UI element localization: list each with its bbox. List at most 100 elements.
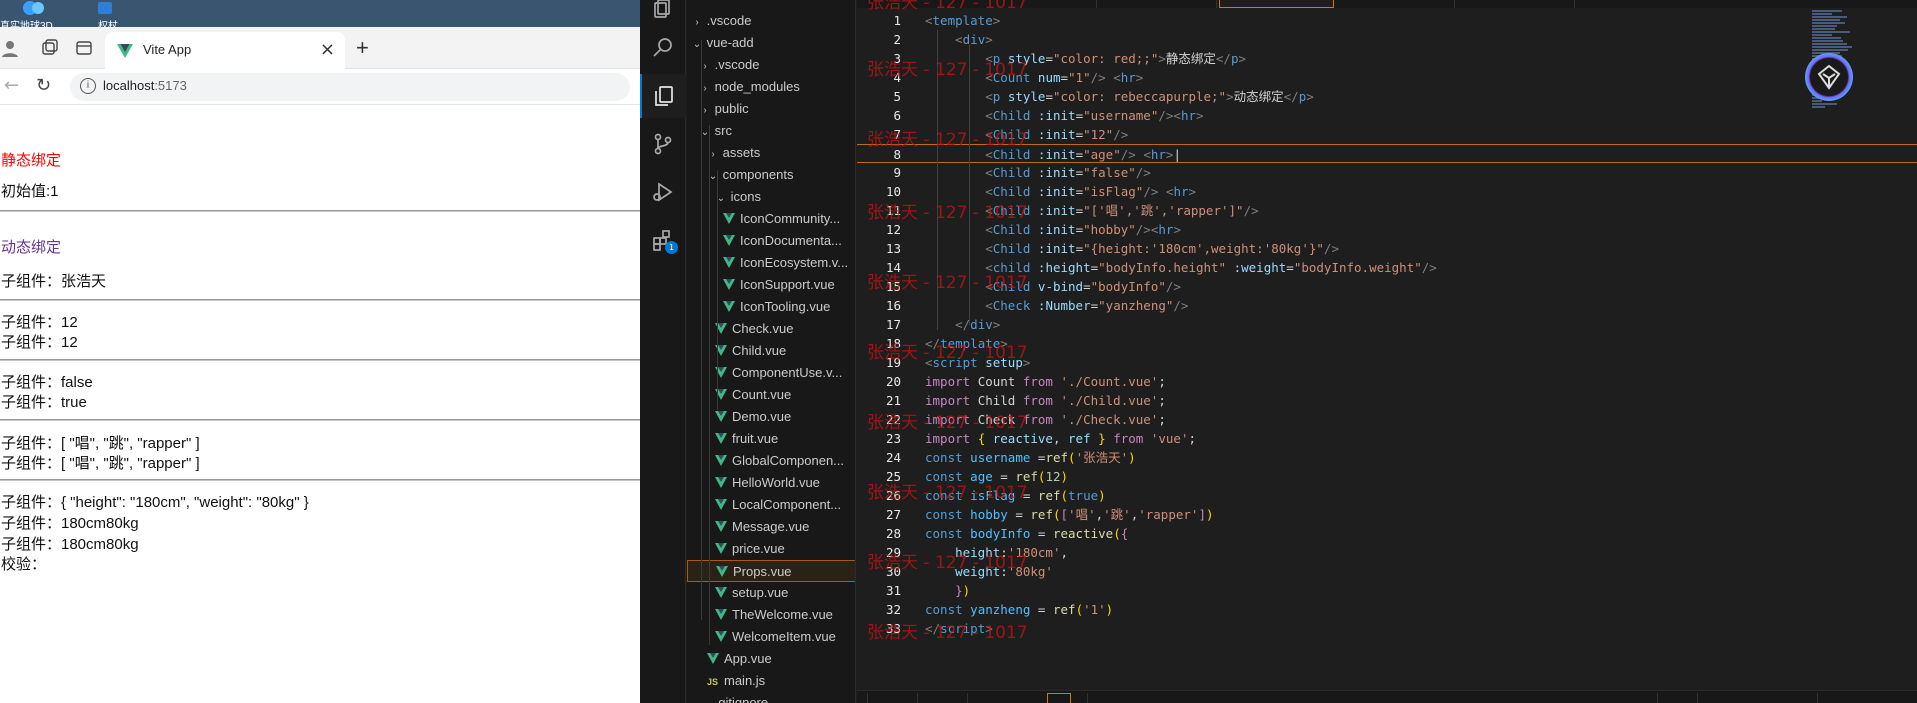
- reload-icon[interactable]: ↻: [36, 75, 51, 96]
- back-arrow-icon[interactable]: ←: [4, 75, 19, 96]
- profile-icon[interactable]: [0, 38, 20, 58]
- file-item[interactable]: Child.vue: [687, 340, 855, 362]
- file-item[interactable]: IconCommunity...: [687, 208, 855, 230]
- code-line[interactable]: 30 weight:'80kg': [857, 562, 1917, 581]
- new-tab-button[interactable]: +: [356, 35, 369, 61]
- site-info-icon[interactable]: i: [80, 78, 96, 94]
- code-line[interactable]: 16 <Check :Number="yanzheng"/>: [857, 296, 1917, 315]
- search-icon[interactable]: [640, 26, 686, 70]
- status-item[interactable]: [967, 693, 997, 703]
- file-item[interactable]: Props.vue: [687, 560, 855, 582]
- code-line[interactable]: 3 <p style="color: red;;">静态绑定</p>: [857, 49, 1917, 68]
- file-item[interactable]: JS main.js: [687, 670, 855, 692]
- file-item[interactable]: App.vue: [687, 648, 855, 670]
- editor-tab[interactable]: [1455, 0, 1575, 8]
- url-input[interactable]: i localhost:5173: [70, 73, 630, 101]
- file-item[interactable]: HelloWorld.vue: [687, 472, 855, 494]
- code-line[interactable]: 1 <template>: [857, 11, 1917, 30]
- code-line[interactable]: 8 <Child :init="age"/> <hr>|: [857, 144, 1917, 163]
- folder-item[interactable]: › .vscode: [687, 54, 855, 76]
- vue-file-icon: [715, 455, 727, 466]
- file-item[interactable]: ComponentUse.v...: [687, 362, 855, 384]
- code-line[interactable]: 11 <Child :init="['唱','跳','rapper']"/>: [857, 201, 1917, 220]
- code-line[interactable]: 14 <child :height="bodyInfo.height" :wei…: [857, 258, 1917, 277]
- code-line[interactable]: 6 <Child :init="username"/><hr>: [857, 106, 1917, 125]
- file-item[interactable]: TheWelcome.vue: [687, 604, 855, 626]
- file-item[interactable]: Check.vue: [687, 318, 855, 340]
- code-line[interactable]: 28 const bodyInfo = reactive({: [857, 524, 1917, 543]
- code-line[interactable]: 18 </template>: [857, 334, 1917, 353]
- folder-item[interactable]: › public: [687, 98, 855, 120]
- code-line[interactable]: 5 <p style="color: rebeccapurple;">动态绑定<…: [857, 87, 1917, 106]
- code-line[interactable]: 7 <Child :init="12"/>: [857, 125, 1917, 144]
- file-item[interactable]: IconTooling.vue: [687, 296, 855, 318]
- code-line[interactable]: 27 const hobby = ref(['唱','跳','rapper']): [857, 505, 1917, 524]
- folder-item[interactable]: › assets: [687, 142, 855, 164]
- explorer-icon[interactable]: [640, 74, 686, 118]
- run-debug-icon[interactable]: [640, 170, 686, 214]
- child-text: 子组件：张浩天: [1, 273, 107, 290]
- file-item[interactable]: IconSupport.vue: [687, 274, 855, 296]
- code-editor[interactable]: 1 <template> 2 <div> 3 <p style="color: red…: [857, 0, 1917, 703]
- code-line[interactable]: 13 <Child :init="{height:'180cm',weight:…: [857, 239, 1917, 258]
- file-item[interactable]: GlobalComponen...: [687, 450, 855, 472]
- code-line[interactable]: 4 <Count num="1"/> <hr>: [857, 68, 1917, 87]
- folder-item[interactable]: › node_modules: [687, 76, 855, 98]
- status-item[interactable]: [867, 693, 897, 703]
- file-item[interactable]: IconEcosystem.v...: [687, 252, 855, 274]
- code-line[interactable]: 33 </script>: [857, 619, 1917, 638]
- code-line[interactable]: 15 <Child v-bind="bodyInfo"/>: [857, 277, 1917, 296]
- editor-tab[interactable]: [857, 0, 1097, 8]
- status-item[interactable]: [1817, 693, 1847, 703]
- folder-item[interactable]: ⌄ components: [687, 164, 855, 186]
- vue-file-icon: [715, 521, 727, 532]
- file-item[interactable]: setup.vue: [687, 582, 855, 604]
- code-line[interactable]: 2 <div>: [857, 30, 1917, 49]
- file-item[interactable]: IconDocumenta...: [687, 230, 855, 252]
- folder-item[interactable]: ⌄ icons: [687, 186, 855, 208]
- file-item[interactable]: .gitignore: [687, 692, 855, 703]
- code-line[interactable]: 9 <Child :init="false"/>: [857, 163, 1917, 182]
- file-item[interactable]: Count.vue: [687, 384, 855, 406]
- status-item[interactable]: [917, 693, 947, 703]
- file-item[interactable]: Message.vue: [687, 516, 855, 538]
- code-line[interactable]: 21 import Child from './Child.vue';: [857, 391, 1917, 410]
- source-control-icon[interactable]: [640, 122, 686, 166]
- tab-vite-app[interactable]: Vite App ×: [105, 32, 345, 69]
- editor-tab[interactable]: [1335, 0, 1455, 8]
- status-item[interactable]: [1697, 693, 1727, 703]
- copilot-icon[interactable]: [1805, 53, 1853, 101]
- code-text: const isFlag = ref(true): [925, 488, 1106, 503]
- folder-item[interactable]: ⌄ src: [687, 120, 855, 142]
- code-line[interactable]: 29 height:'180cm',: [857, 543, 1917, 562]
- code-line[interactable]: 17 </div>: [857, 315, 1917, 334]
- close-tab-icon[interactable]: ×: [320, 39, 335, 60]
- folder-item[interactable]: ⌄ vue-add: [687, 32, 855, 54]
- editor-tab-active[interactable]: [1219, 0, 1334, 8]
- child-text: 子组件：false: [1, 374, 93, 391]
- file-item[interactable]: price.vue: [687, 538, 855, 560]
- code-line[interactable]: 25 const age = ref(12): [857, 467, 1917, 486]
- file-item[interactable]: fruit.vue: [687, 428, 855, 450]
- file-item[interactable]: LocalComponent...: [687, 494, 855, 516]
- status-item-highlight[interactable]: [1047, 693, 1071, 703]
- code-line[interactable]: 10 <Child :init="isFlag"/> <hr>: [857, 182, 1917, 201]
- code-line[interactable]: 23 import { reactive, ref } from 'vue';: [857, 429, 1917, 448]
- status-item[interactable]: [1087, 693, 1117, 703]
- editor-tab[interactable]: [1097, 0, 1217, 8]
- code-line[interactable]: 19 <script setup>: [857, 353, 1917, 372]
- workspaces-icon[interactable]: [40, 38, 60, 58]
- file-item[interactable]: WelcomeItem.vue: [687, 626, 855, 648]
- code-line[interactable]: 20 import Count from './Count.vue';: [857, 372, 1917, 391]
- file-item[interactable]: Demo.vue: [687, 406, 855, 428]
- code-line[interactable]: 12 <Child :init="hobby"/><hr>: [857, 220, 1917, 239]
- status-item[interactable]: [1657, 693, 1687, 703]
- code-line[interactable]: 24 const username =ref('张浩天'): [857, 448, 1917, 467]
- folder-item[interactable]: › .vscode: [687, 10, 855, 32]
- tab-actions-icon[interactable]: [74, 38, 94, 58]
- extensions-icon[interactable]: 1: [640, 218, 686, 262]
- code-line[interactable]: 26 const isFlag = ref(true): [857, 486, 1917, 505]
- code-line[interactable]: 31 }): [857, 581, 1917, 600]
- code-line[interactable]: 22 import Check from './Check.vue';: [857, 410, 1917, 429]
- code-line[interactable]: 32 const yanzheng = ref('1'): [857, 600, 1917, 619]
